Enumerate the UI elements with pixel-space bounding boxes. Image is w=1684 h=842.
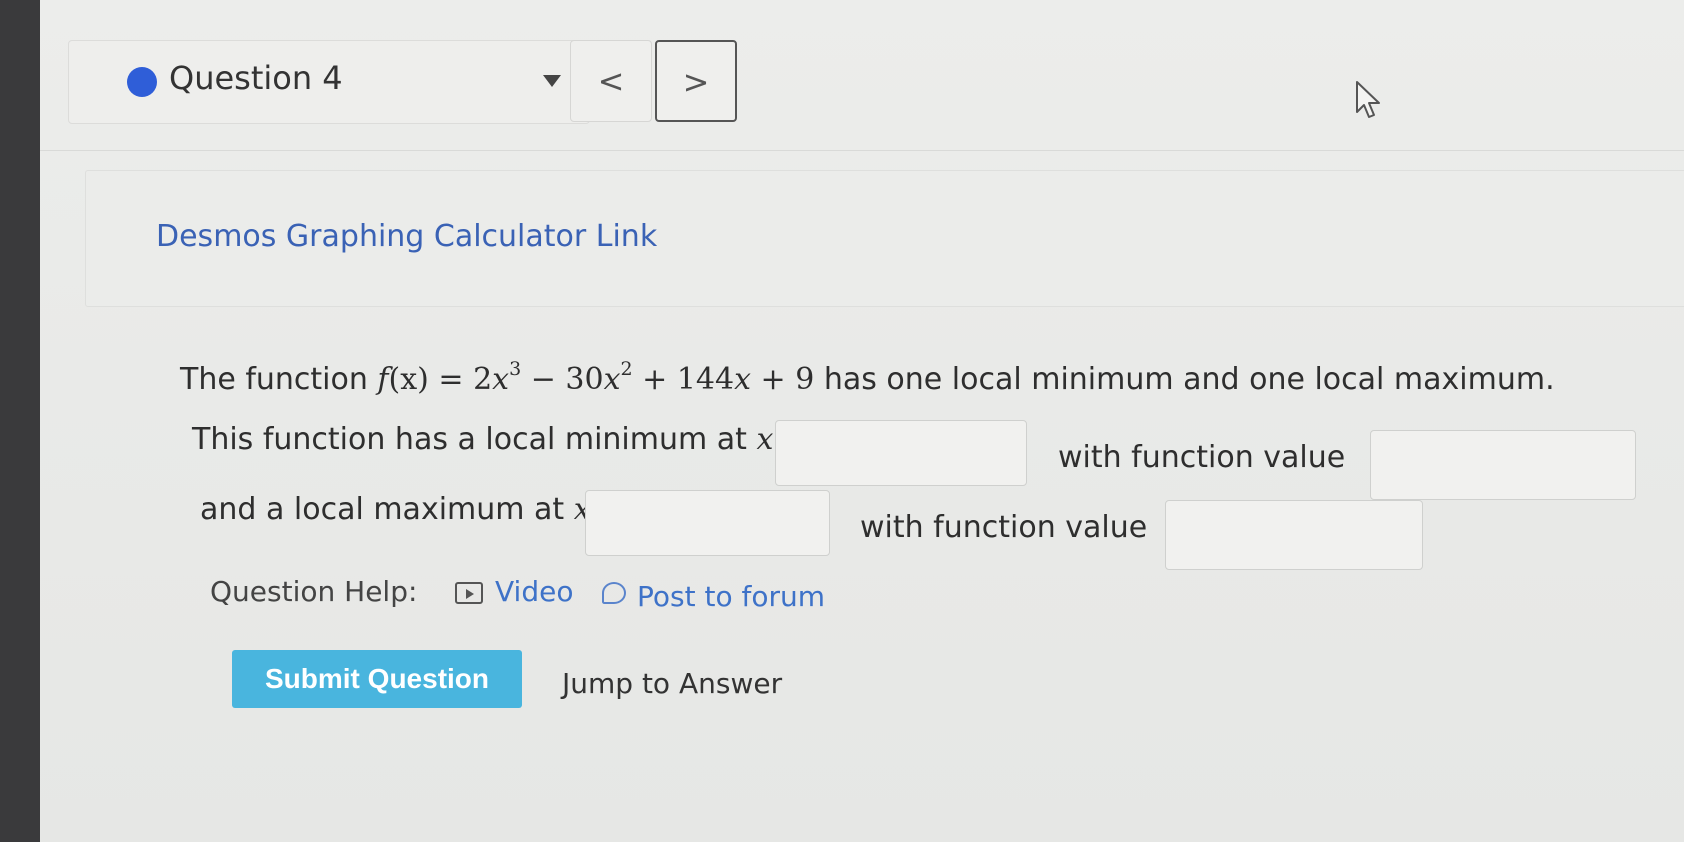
term2-var: x bbox=[603, 362, 621, 397]
divider bbox=[40, 150, 1684, 151]
term3-coef: 144 bbox=[676, 362, 735, 397]
max-prompt: and a local maximum at x = bbox=[200, 492, 625, 527]
jump-to-answer-link[interactable]: Jump to Answer bbox=[562, 667, 782, 700]
term3-var: x bbox=[734, 362, 752, 397]
max-prefix: and a local maximum at bbox=[200, 492, 574, 527]
problem-statement: The function f(x) = 2x3 − 30x2 + 144x + … bbox=[180, 358, 1555, 397]
term2-coef: 30 bbox=[565, 362, 604, 397]
caret-down-icon bbox=[543, 75, 561, 87]
minus-sign: − bbox=[521, 362, 566, 397]
previous-question-button[interactable]: < bbox=[570, 40, 652, 122]
term1-coef: 2 bbox=[473, 362, 493, 397]
min-fx-input[interactable] bbox=[1370, 430, 1636, 500]
question-status-dot bbox=[127, 67, 157, 97]
term1-exp: 3 bbox=[509, 358, 522, 380]
question-label: Question 4 bbox=[169, 59, 343, 97]
question-selector[interactable]: Question 4 bbox=[68, 40, 590, 124]
min-var: x bbox=[756, 422, 774, 457]
equals-sign: = bbox=[428, 362, 474, 397]
video-icon bbox=[455, 582, 483, 604]
post-to-forum-link[interactable]: Post to forum bbox=[637, 580, 825, 613]
min-x-input[interactable] bbox=[775, 420, 1027, 486]
with-value-label-1: with function value bbox=[1058, 440, 1346, 475]
question-help-label: Question Help: bbox=[210, 575, 418, 608]
problem-intro: The function bbox=[180, 362, 378, 397]
problem-tail: has one local minimum and one local maxi… bbox=[814, 362, 1555, 397]
mouse-pointer-icon bbox=[1356, 81, 1380, 118]
forum-bubble-icon bbox=[602, 582, 626, 604]
next-question-button[interactable]: > bbox=[655, 40, 737, 122]
fx-name: f bbox=[377, 362, 389, 397]
max-fx-input[interactable] bbox=[1165, 500, 1423, 570]
term2-exp: 2 bbox=[620, 358, 633, 380]
term1-var: x bbox=[492, 362, 510, 397]
term4: 9 bbox=[795, 362, 815, 397]
min-prompt: This function has a local minimum at x = bbox=[192, 422, 808, 457]
fx-arg: (x) bbox=[388, 362, 429, 397]
desmos-calculator-link[interactable]: Desmos Graphing Calculator Link bbox=[156, 219, 657, 254]
plus-sign-2: + bbox=[751, 362, 796, 397]
resource-panel: Desmos Graphing Calculator Link bbox=[85, 170, 1684, 307]
max-x-input[interactable] bbox=[585, 490, 830, 556]
screen: Question 4 < > Desmos Graphing Calculato… bbox=[40, 0, 1684, 842]
min-prefix: This function has a local minimum at bbox=[192, 422, 757, 457]
plus-sign: + bbox=[632, 362, 677, 397]
with-value-label-2: with function value bbox=[860, 510, 1148, 545]
video-link[interactable]: Video bbox=[495, 575, 573, 608]
submit-question-button[interactable]: Submit Question bbox=[232, 650, 522, 708]
